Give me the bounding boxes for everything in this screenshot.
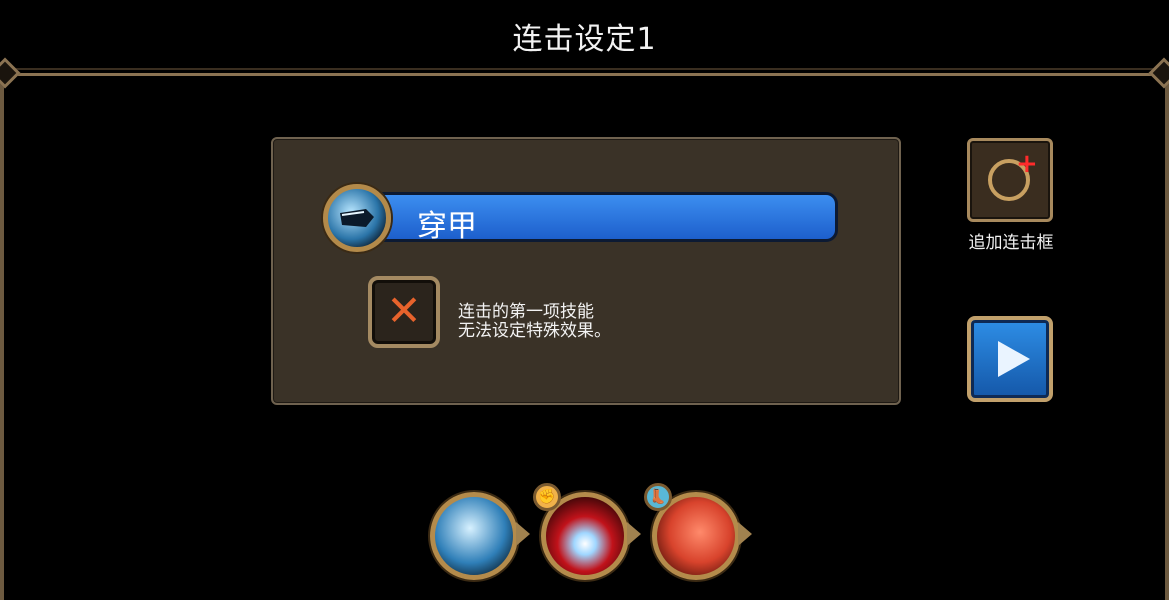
disabled-effect-box: ✕ (368, 276, 440, 348)
close-icon: ✕ (386, 286, 422, 335)
skill-name: 穿甲 (417, 209, 477, 244)
frame-left-border (0, 0, 4, 600)
combo-settings-panel (271, 137, 901, 405)
boot-badge-icon: 👢 (644, 483, 672, 511)
chevron-right-icon (516, 522, 530, 546)
notice-text: 连击的第一项技能 无法设定特殊效果。 (458, 303, 611, 341)
plus-icon: + (1016, 149, 1038, 179)
armor-pierce-fist-icon[interactable] (323, 184, 391, 252)
next-button[interactable] (967, 316, 1053, 402)
fist-badge-icon: ✊ (533, 483, 561, 511)
play-icon (998, 341, 1030, 377)
notice-line-2: 无法设定特殊效果。 (458, 321, 611, 341)
chevron-right-icon (738, 522, 752, 546)
frame-right-border (1165, 0, 1169, 600)
combo-slot-1-ice-fist-icon[interactable] (430, 492, 518, 580)
chevron-right-icon (627, 522, 641, 546)
header-bar: 连击设定1 (0, 0, 1169, 76)
skill-select-bar[interactable]: 穿甲 (362, 192, 838, 244)
page-title: 连击设定1 (512, 22, 657, 57)
notice-line-1: 连击的第一项技能 (458, 302, 594, 322)
add-combo-button[interactable]: + (967, 138, 1053, 222)
add-combo-label: 追加连击框 (968, 233, 1054, 253)
